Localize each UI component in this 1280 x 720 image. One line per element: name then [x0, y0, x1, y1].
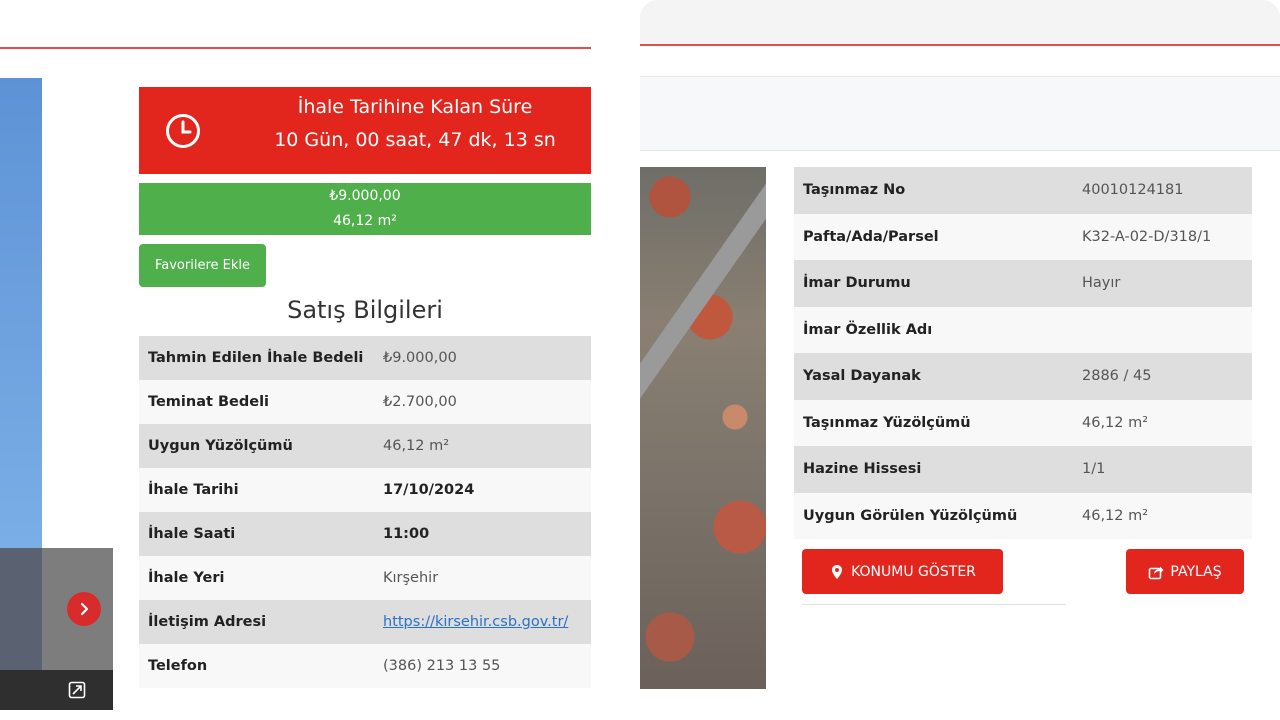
- table-row: İhale Tarihi 17/10/2024: [139, 468, 591, 512]
- row-label: İmar Durumu: [794, 260, 1073, 307]
- right-panel: Taşınmaz No 40010124181 Pafta/Ada/Parsel…: [640, 0, 1280, 710]
- row-label: Telefon: [139, 644, 374, 688]
- show-location-button[interactable]: KONUMU GÖSTER: [802, 549, 1003, 594]
- row-value: (386) 213 13 55: [374, 644, 591, 688]
- table-row: Uygun Görülen Yüzölçümü 46,12 m²: [794, 492, 1252, 539]
- row-value: ₺9.000,00: [374, 336, 591, 380]
- clock-icon: [166, 114, 200, 148]
- table-row: İmar Durumu Hayır: [794, 260, 1252, 307]
- row-label: Uygun Görülen Yüzölçümü: [794, 492, 1073, 539]
- map-marker-icon: [832, 564, 843, 579]
- left-panel: İhale Tarihine Kalan Süre 10 Gün, 00 saa…: [0, 0, 640, 720]
- divider: [802, 604, 1066, 605]
- contact-address-link[interactable]: https://kirsehir.csb.gov.tr/: [383, 614, 568, 630]
- row-label: Hazine Hissesi: [794, 446, 1073, 493]
- property-photo: [0, 78, 42, 548]
- row-value: Kırşehir: [374, 556, 591, 600]
- row-value: 46,12 m²: [1073, 399, 1252, 446]
- countdown-title: İhale Tarihine Kalan Süre: [297, 96, 533, 118]
- row-label: Taşınmaz Yüzölçümü: [794, 399, 1073, 446]
- add-to-favorites-button[interactable]: Favorilere Ekle: [139, 244, 266, 287]
- table-row: Tahmin Edilen İhale Bedeli ₺9.000,00: [139, 336, 591, 380]
- table-row: İmar Özellik Adı: [794, 306, 1252, 353]
- show-location-label: KONUMU GÖSTER: [851, 563, 976, 580]
- row-value: 2886 / 45: [1073, 353, 1252, 400]
- price-summary-bar: ₺9.000,00 46,12 m²: [139, 183, 591, 235]
- row-label: Tahmin Edilen İhale Bedeli: [139, 336, 374, 380]
- sales-info-table: Tahmin Edilen İhale Bedeli ₺9.000,00 Tem…: [139, 336, 591, 688]
- row-value: K32-A-02-D/318/1: [1073, 213, 1252, 260]
- table-row: İletişim Adresi https://kirsehir.csb.gov…: [139, 600, 591, 644]
- table-row: İhale Yeri Kırşehir: [139, 556, 591, 600]
- photo-footer: [0, 670, 113, 710]
- row-label: Uygun Yüzölçümü: [139, 424, 374, 468]
- table-row: Hazine Hissesi 1/1: [794, 446, 1252, 493]
- header-divider: [0, 47, 591, 49]
- row-label: Pafta/Ada/Parsel: [794, 213, 1073, 260]
- table-row: Yasal Dayanak 2886 / 45: [794, 353, 1252, 400]
- row-label: İmar Özellik Adı: [794, 306, 1073, 353]
- row-label: Yasal Dayanak: [794, 353, 1073, 400]
- share-icon: [1149, 566, 1164, 579]
- countdown-banner: İhale Tarihine Kalan Süre 10 Gün, 00 saa…: [139, 87, 591, 174]
- table-row: Telefon (386) 213 13 55: [139, 644, 591, 688]
- price-value: ₺9.000,00: [329, 188, 401, 204]
- share-button[interactable]: PAYLAŞ: [1126, 549, 1244, 594]
- table-row: Taşınmaz No 40010124181: [794, 167, 1252, 214]
- chevron-right-icon: [80, 602, 89, 616]
- share-label: PAYLAŞ: [1170, 563, 1222, 580]
- row-label: Taşınmaz No: [794, 167, 1073, 214]
- sales-info-title: Satış Bilgileri: [287, 296, 443, 324]
- row-value: Hayır: [1073, 260, 1252, 307]
- expand-icon[interactable]: [68, 681, 86, 699]
- header-divider: [640, 44, 1280, 46]
- table-row: İhale Saati 11:00: [139, 512, 591, 556]
- next-photo-button[interactable]: [67, 592, 101, 626]
- area-value: 46,12 m²: [333, 213, 397, 229]
- row-label: İhale Saati: [139, 512, 374, 556]
- table-row: Teminat Bedeli ₺2.700,00: [139, 380, 591, 424]
- row-value-cell: https://kirsehir.csb.gov.tr/: [374, 600, 591, 644]
- row-label: İletişim Adresi: [139, 600, 374, 644]
- row-value: 17/10/2024: [374, 468, 591, 512]
- row-value: 1/1: [1073, 446, 1252, 493]
- row-value: [1073, 306, 1252, 353]
- row-value: ₺2.700,00: [374, 380, 591, 424]
- satellite-map[interactable]: [640, 167, 766, 689]
- table-row: Taşınmaz Yüzölçümü 46,12 m²: [794, 399, 1252, 446]
- section-header: [640, 76, 1280, 151]
- row-value: 11:00: [374, 512, 591, 556]
- countdown-remaining: 10 Gün, 00 saat, 47 dk, 13 sn: [274, 129, 556, 151]
- row-value: 46,12 m²: [1073, 492, 1252, 539]
- photo-thumbnail[interactable]: [0, 548, 42, 670]
- row-value: 46,12 m²: [374, 424, 591, 468]
- table-row: Uygun Yüzölçümü 46,12 m²: [139, 424, 591, 468]
- row-label: İhale Yeri: [139, 556, 374, 600]
- row-value: 40010124181: [1073, 167, 1252, 214]
- countdown-text: İhale Tarihine Kalan Süre 10 Gün, 00 saa…: [239, 91, 591, 157]
- top-bar: [640, 0, 1280, 44]
- row-label: Teminat Bedeli: [139, 380, 374, 424]
- property-info-table: Taşınmaz No 40010124181 Pafta/Ada/Parsel…: [794, 167, 1252, 539]
- table-row: Pafta/Ada/Parsel K32-A-02-D/318/1: [794, 213, 1252, 260]
- row-label: İhale Tarihi: [139, 468, 374, 512]
